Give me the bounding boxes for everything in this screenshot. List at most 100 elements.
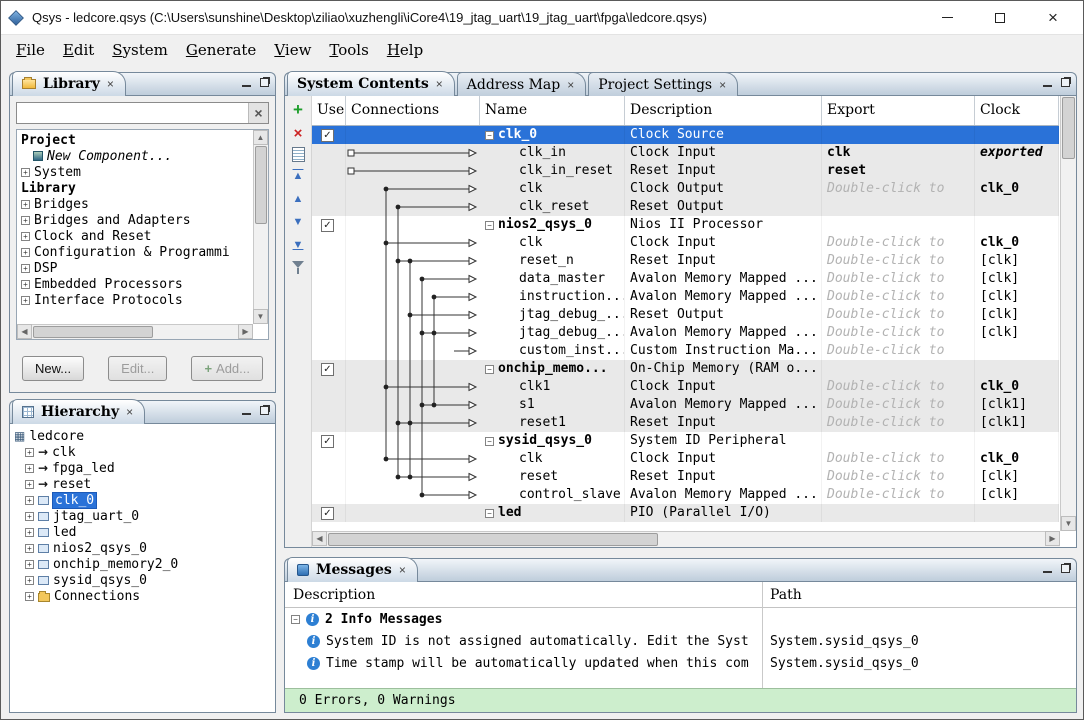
tab-system-contents[interactable]: System Contents×	[287, 71, 455, 96]
library-item-project[interactable]: Project	[17, 132, 268, 148]
row-clock[interactable]: [clk]	[975, 324, 1059, 342]
expand-icon[interactable]: +	[25, 496, 34, 505]
move-down-icon[interactable]: ▼	[289, 213, 307, 231]
collapse-icon[interactable]: −	[485, 131, 494, 140]
expand-icon[interactable]: +	[25, 480, 34, 489]
hierarchy-item-sysid-qsys-0[interactable]: +sysid_qsys_0	[10, 572, 275, 588]
library-horizontal-scrollbar[interactable]: ◀ ▶	[17, 324, 253, 339]
row-export[interactable]: Double-click to	[822, 288, 975, 306]
messages-group-row[interactable]: − i 2 Info Messages	[285, 608, 1076, 630]
row-clock[interactable]	[975, 504, 1059, 522]
scroll-up-icon[interactable]: ▲	[253, 130, 268, 145]
panel-minimize-icon[interactable]	[242, 85, 251, 87]
library-item-new-component[interactable]: New Component...	[17, 148, 268, 164]
row-clock[interactable]: [clk]	[975, 486, 1059, 504]
scroll-down-icon[interactable]: ▼	[253, 309, 268, 324]
menu-generate[interactable]: Generate	[177, 39, 265, 61]
system-row-clk[interactable]: clkClock InputDouble-click toclk_0	[312, 234, 1059, 252]
expand-icon[interactable]: +	[25, 464, 34, 473]
system-row-sysid-qsys-0[interactable]: ✓−sysid_qsys_0System ID Peripheral	[312, 432, 1059, 450]
message-row[interactable]: iSystem ID is not assigned automatically…	[285, 630, 1076, 652]
system-row-reset-n[interactable]: reset_nReset InputDouble-click to[clk]	[312, 252, 1059, 270]
hierarchy-item-reset[interactable]: +→reset	[10, 476, 275, 492]
row-export[interactable]: Double-click to	[822, 414, 975, 432]
messages-column-path[interactable]: Path	[762, 582, 1076, 607]
messages-column-description[interactable]: Description	[285, 582, 762, 607]
row-clock[interactable]	[975, 216, 1059, 234]
system-row-clk-in-reset[interactable]: clk_in_resetReset Inputreset	[312, 162, 1059, 180]
row-clock[interactable]: [clk]	[975, 288, 1059, 306]
system-row-data-master[interactable]: data_masterAvalon Memory Mapped ...Doubl…	[312, 270, 1059, 288]
hierarchy-item-nios2-qsys-0[interactable]: +nios2_qsys_0	[10, 540, 275, 556]
system-row-s1[interactable]: s1Avalon Memory Mapped ...Double-click t…	[312, 396, 1059, 414]
edit-icon[interactable]	[292, 147, 305, 162]
row-export[interactable]: clk	[822, 144, 975, 162]
menu-help[interactable]: Help	[378, 39, 432, 61]
panel-minimize-icon[interactable]	[242, 413, 251, 415]
row-export[interactable]: Double-click to	[822, 234, 975, 252]
hierarchy-item-onchip-memory2-0[interactable]: +onchip_memory2_0	[10, 556, 275, 572]
system-row-led[interactable]: ✓−ledPIO (Parallel I/O)	[312, 504, 1059, 522]
add-icon[interactable]: +	[289, 101, 307, 119]
expand-icon[interactable]: +	[21, 216, 30, 225]
row-clock[interactable]: [clk]	[975, 270, 1059, 288]
row-clock[interactable]	[975, 342, 1059, 360]
row-export[interactable]: Double-click to	[822, 486, 975, 504]
menu-edit[interactable]: Edit	[54, 39, 103, 61]
column-header-connections[interactable]: Connections	[346, 96, 480, 125]
menu-system[interactable]: System	[103, 39, 177, 61]
use-checkbox[interactable]: ✓	[321, 129, 334, 142]
expand-icon[interactable]: +	[25, 448, 34, 457]
tab-close-icon[interactable]: ×	[719, 78, 726, 92]
library-item-bridges-and-adapters[interactable]: +Bridges and Adapters	[17, 212, 268, 228]
library-item-clock-and-reset[interactable]: +Clock and Reset	[17, 228, 268, 244]
table-vertical-scrollbar[interactable]: ▼	[1060, 96, 1076, 531]
row-export[interactable]: Double-click to	[822, 378, 975, 396]
row-export[interactable]: Double-click to	[822, 180, 975, 198]
column-header-clock[interactable]: Clock	[975, 96, 1059, 125]
panel-restore-icon[interactable]	[1061, 78, 1070, 87]
row-export[interactable]	[822, 360, 975, 378]
library-item-configuration-programmi[interactable]: +Configuration & Programmi	[17, 244, 268, 260]
hierarchy-item-connections[interactable]: +Connections	[10, 588, 275, 604]
expand-icon[interactable]: +	[25, 592, 34, 601]
row-clock[interactable]: [clk]	[975, 252, 1059, 270]
system-row-control-slave[interactable]: control_slaveAvalon Memory Mapped ...Dou…	[312, 486, 1059, 504]
menu-tools[interactable]: Tools	[320, 39, 377, 61]
column-header-export[interactable]: Export	[822, 96, 975, 125]
scroll-right-icon[interactable]: ▶	[1045, 531, 1060, 546]
tab-close-icon[interactable]: ×	[567, 78, 574, 92]
row-clock[interactable]: clk_0	[975, 450, 1059, 468]
library-item-interface-protocols[interactable]: +Interface Protocols	[17, 292, 268, 308]
scroll-left-icon[interactable]: ◀	[312, 531, 327, 546]
row-clock[interactable]: [clk]	[975, 306, 1059, 324]
menu-file[interactable]: File	[7, 39, 54, 61]
row-clock[interactable]: [clk]	[975, 468, 1059, 486]
system-row-custom-inst[interactable]: custom_inst...Custom Instruction Ma...Do…	[312, 342, 1059, 360]
library-item-dsp[interactable]: +DSP	[17, 260, 268, 276]
row-clock[interactable]	[975, 432, 1059, 450]
row-clock[interactable]	[975, 126, 1059, 144]
tab-project-settings[interactable]: Project Settings×	[588, 72, 738, 96]
row-export[interactable]	[822, 504, 975, 522]
expand-icon[interactable]: +	[21, 296, 30, 305]
maximize-button[interactable]	[978, 3, 1022, 33]
row-export[interactable]: Double-click to	[822, 324, 975, 342]
expand-icon[interactable]: +	[21, 264, 30, 273]
system-row-nios2-qsys-0[interactable]: ✓−nios2_qsys_0Nios II Processor	[312, 216, 1059, 234]
row-clock[interactable]	[975, 360, 1059, 378]
panel-minimize-icon[interactable]	[1043, 571, 1052, 573]
system-row-reset1[interactable]: reset1Reset InputDouble-click to[clk1]	[312, 414, 1059, 432]
row-export[interactable]: Double-click to	[822, 396, 975, 414]
move-up-icon[interactable]: ▲	[289, 190, 307, 208]
row-clock[interactable]: [clk1]	[975, 414, 1059, 432]
row-export[interactable]: Double-click to	[822, 306, 975, 324]
column-header-name[interactable]: Name	[480, 96, 625, 125]
row-export[interactable]	[822, 198, 975, 216]
row-export[interactable]	[822, 432, 975, 450]
library-item-library[interactable]: Library	[17, 180, 268, 196]
use-checkbox[interactable]: ✓	[321, 219, 334, 232]
library-item-embedded-processors[interactable]: +Embedded Processors	[17, 276, 268, 292]
system-row-reset[interactable]: resetReset InputDouble-click to[clk]	[312, 468, 1059, 486]
row-export[interactable]: reset	[822, 162, 975, 180]
